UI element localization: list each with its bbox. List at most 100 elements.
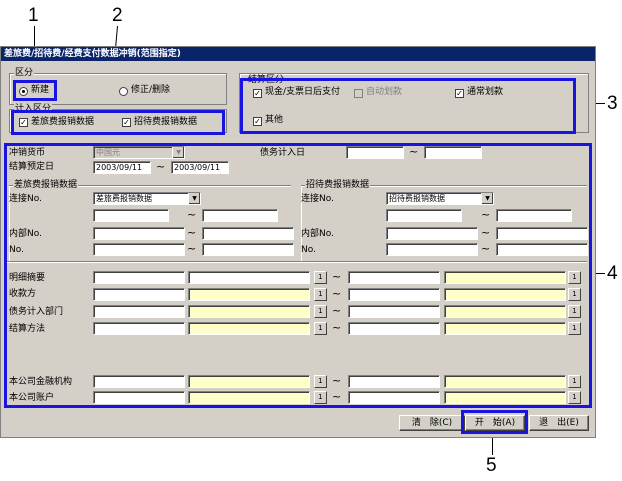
bank-search-from[interactable]: 1 xyxy=(314,375,327,388)
entertain-no-from[interactable] xyxy=(386,243,478,256)
callout-3: 3 xyxy=(607,93,618,114)
settle-method-code-to[interactable] xyxy=(348,322,440,335)
settle-date-to[interactable]: 2003/09/11 xyxy=(171,161,229,174)
entertain-type-value: 招待费报销数据 xyxy=(389,194,445,203)
settle-method-label: 结算方法 xyxy=(9,324,46,334)
debt-date-tilde: ~ xyxy=(409,145,419,158)
entertain-internal-to[interactable] xyxy=(496,227,588,240)
account-name-to[interactable] xyxy=(444,391,566,404)
detail-label: 明细摘要 xyxy=(9,273,46,283)
detail-search-from[interactable]: 1 xyxy=(314,271,327,284)
debt-dept-name-from[interactable] xyxy=(188,305,310,318)
entertain-no-label: No. xyxy=(301,245,316,255)
debt-dept-search-from[interactable]: 1 xyxy=(314,305,327,318)
currency-value: 中国元 xyxy=(96,148,120,157)
payee-name-to[interactable] xyxy=(444,288,566,301)
detail-name-from[interactable] xyxy=(188,271,310,284)
bank-label: 本公司金融机构 xyxy=(9,377,73,387)
settle-method-code-from[interactable] xyxy=(93,322,185,335)
entertain-internal-tilde: ~ xyxy=(481,226,491,239)
currency-select: 中国元 ▼ xyxy=(93,146,185,159)
travel-link-to[interactable] xyxy=(202,209,278,222)
clear-button[interactable]: 清 除(C) xyxy=(399,415,465,431)
settle-date-from[interactable]: 2003/09/11 xyxy=(93,161,151,174)
settle-method-name-from[interactable] xyxy=(188,322,310,335)
debt-dept-code-from[interactable] xyxy=(93,305,185,318)
currency-label: 冲销货币 xyxy=(9,148,46,158)
callout-4: 4 xyxy=(607,263,618,284)
payee-search-to[interactable]: 1 xyxy=(568,288,581,301)
debt-dept-code-to[interactable] xyxy=(348,305,440,318)
travel-type-select[interactable]: 差旅费报销数据 ▼ xyxy=(93,192,201,205)
travel-group-label: 差旅费报销数据 xyxy=(13,180,79,190)
travel-link-no-label: 连接No. xyxy=(9,194,42,204)
entertain-no-tilde: ~ xyxy=(481,242,491,255)
debt-date-to[interactable] xyxy=(424,146,482,159)
payee-code-from[interactable] xyxy=(93,288,185,301)
radio-edit-label: 修正/删除 xyxy=(131,85,171,95)
callout-5-box xyxy=(461,410,528,434)
window-title: 差旅费/招待费/经费支付数据冲销(范围指定) xyxy=(1,47,595,61)
payee-search-from[interactable]: 1 xyxy=(314,288,327,301)
exit-button[interactable]: 退 出(E) xyxy=(529,415,589,431)
travel-no-label: No. xyxy=(9,245,24,255)
bank-code-to[interactable] xyxy=(348,375,440,388)
travel-internal-no-label: 内部No. xyxy=(9,229,42,239)
detail-code-to[interactable] xyxy=(348,271,440,284)
debt-dept-search-to[interactable]: 1 xyxy=(568,305,581,318)
detail-name-to[interactable] xyxy=(444,271,566,284)
payee-name-from[interactable] xyxy=(188,288,310,301)
settle-date-tilde: ~ xyxy=(156,160,166,173)
bank-name-from[interactable] xyxy=(188,375,310,388)
chevron-down-icon[interactable]: ▼ xyxy=(481,193,493,204)
travel-internal-from[interactable] xyxy=(93,227,185,240)
payee-tilde: ~ xyxy=(332,287,342,300)
travel-internal-to[interactable] xyxy=(202,227,294,240)
travel-no-to[interactable] xyxy=(202,243,294,256)
settle-method-search-from[interactable]: 1 xyxy=(314,322,327,335)
travel-no-tilde: ~ xyxy=(187,242,197,255)
chevron-down-icon: ▼ xyxy=(172,147,184,158)
bank-tilde: ~ xyxy=(332,374,342,387)
account-name-from[interactable] xyxy=(188,391,310,404)
entertain-link-from[interactable] xyxy=(386,209,462,222)
chevron-down-icon[interactable]: ▼ xyxy=(188,193,200,204)
account-tilde: ~ xyxy=(332,390,342,403)
payee-code-to[interactable] xyxy=(348,288,440,301)
travel-type-value: 差旅费报销数据 xyxy=(96,194,152,203)
settle-method-search-to[interactable]: 1 xyxy=(568,322,581,335)
callout-1-box xyxy=(13,80,57,101)
callout-1: 1 xyxy=(28,5,39,26)
kbn-group-label: 区分 xyxy=(14,68,35,78)
dialog-window: 差旅费/招待费/经费支付数据冲销(范围指定) 区分 新建 修正/删除 计入区分 … xyxy=(0,46,596,438)
account-label: 本公司账户 xyxy=(9,393,55,403)
bank-code-from[interactable] xyxy=(93,375,185,388)
entertain-link-tilde: ~ xyxy=(481,208,491,221)
travel-no-from[interactable] xyxy=(93,243,185,256)
detail-search-to[interactable]: 1 xyxy=(568,271,581,284)
travel-link-from[interactable] xyxy=(93,209,169,222)
entertain-no-to[interactable] xyxy=(496,243,588,256)
detail-code-from[interactable] xyxy=(93,271,185,284)
debt-date-from[interactable] xyxy=(346,146,404,159)
debt-dept-label: 债务计入部门 xyxy=(9,307,64,317)
entertain-link-to[interactable] xyxy=(496,209,572,222)
entertain-type-select[interactable]: 招待费报销数据 ▼ xyxy=(386,192,494,205)
settle-method-tilde: ~ xyxy=(332,321,342,334)
radio-edit[interactable] xyxy=(119,87,128,96)
settle-method-name-to[interactable] xyxy=(444,322,566,335)
account-code-from[interactable] xyxy=(93,391,185,404)
account-search-to[interactable]: 1 xyxy=(568,391,581,404)
bank-search-to[interactable]: 1 xyxy=(568,375,581,388)
detail-tilde: ~ xyxy=(332,270,342,283)
settle-date-label: 结算预定日 xyxy=(9,162,55,172)
debt-dept-tilde: ~ xyxy=(332,304,342,317)
entertain-link-no-label: 连接No. xyxy=(301,194,334,204)
account-search-from[interactable]: 1 xyxy=(314,391,327,404)
debt-dept-name-to[interactable] xyxy=(444,305,566,318)
travel-internal-tilde: ~ xyxy=(187,226,197,239)
entertain-internal-from[interactable] xyxy=(386,227,478,240)
account-code-to[interactable] xyxy=(348,391,440,404)
bank-name-to[interactable] xyxy=(444,375,566,388)
callout-3-box xyxy=(240,78,576,134)
